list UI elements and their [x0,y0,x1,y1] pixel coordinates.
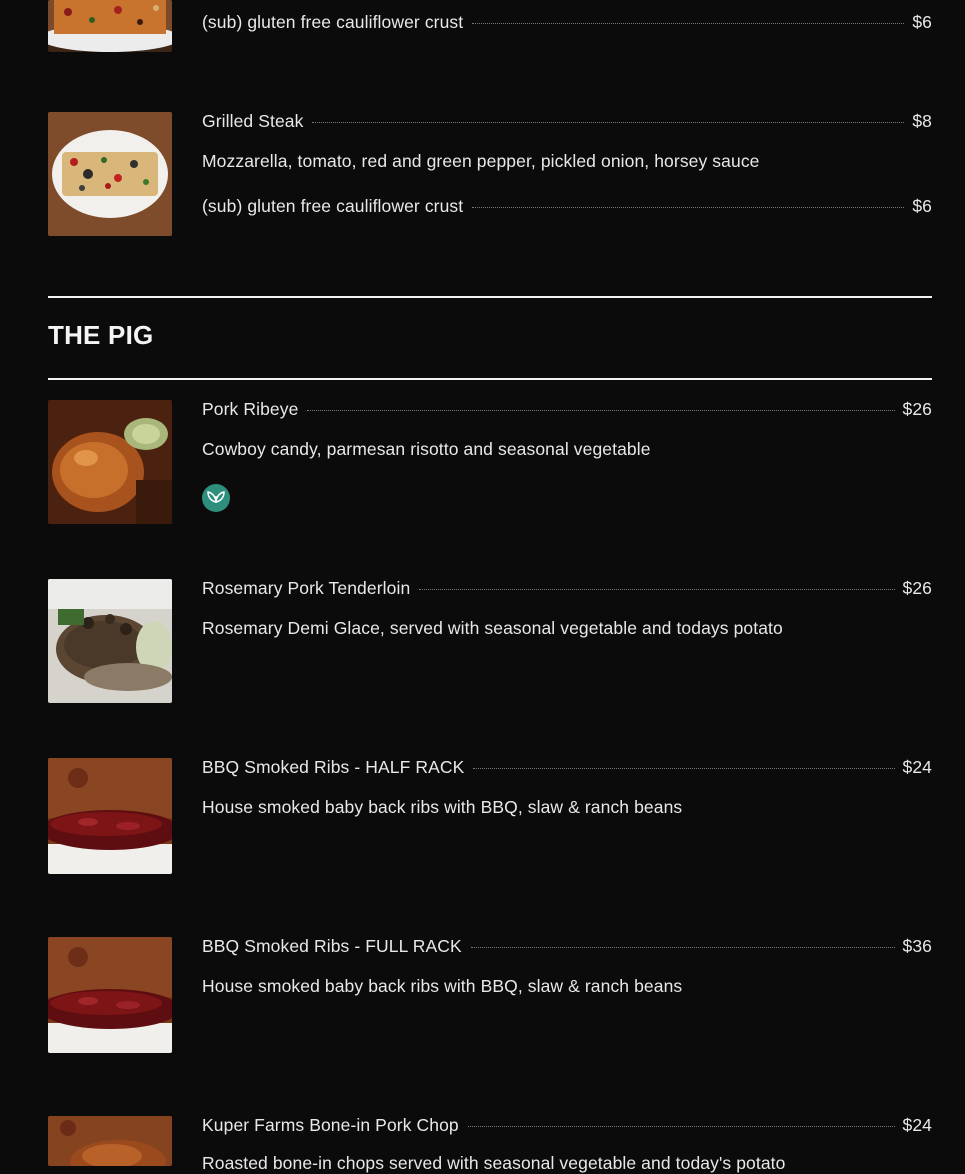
dotted-leader [312,122,905,123]
dotted-leader [470,947,895,948]
section-divider-bottom [48,378,932,380]
section-title: THE PIG [48,320,154,350]
bbq-ribs-full-image [48,937,172,1053]
item-description: House smoked baby back ribs with BBQ, sl… [202,976,683,996]
bbq-ribs-half-image [48,758,172,874]
dotted-leader [419,589,895,590]
dotted-leader [472,23,905,24]
item-name: Pork Ribeye [202,399,299,419]
item-title-row: BBQ Smoked Ribs - FULL RACK $36 [202,936,932,962]
item-description: Roasted bone-in chops served with season… [202,1153,786,1173]
item-title-row: Rosemary Pork Tenderloin $26 [202,578,932,604]
item-title-row: Pork Ribeye $26 [202,399,932,425]
leaf-icon [206,488,226,509]
substitution-row: (sub) gluten free cauliflower crust $6 [202,196,932,222]
dotted-leader [472,207,905,208]
substitution-name: (sub) gluten free cauliflower crust [202,196,464,216]
substitution-price: $6 [912,196,932,216]
dotted-leader [467,1126,895,1127]
grilled-steak-image [48,112,172,236]
pizza-image [48,0,172,52]
substitution-price: $6 [912,12,932,32]
vegetarian-badge [202,484,230,512]
item-title-row: BBQ Smoked Ribs - HALF RACK $24 [202,757,932,783]
item-description: House smoked baby back ribs with BBQ, sl… [202,797,683,817]
item-price: $8 [912,111,932,131]
dotted-leader [473,768,895,769]
item-description: Mozzarella, tomato, red and green pepper… [202,151,760,171]
item-description: Cowboy candy, parmesan risotto and seaso… [202,439,651,459]
item-price: $26 [902,399,932,419]
item-title-row: Kuper Farms Bone-in Pork Chop $24 [202,1115,932,1141]
pork-ribeye-image [48,400,172,524]
item-price: $36 [902,936,932,956]
item-name: Grilled Steak [202,111,304,131]
dotted-leader [307,410,895,411]
pork-chop-image [48,1116,172,1166]
item-price: $24 [902,1115,932,1135]
item-description: Rosemary Demi Glace, served with seasona… [202,618,783,638]
substitution-row: (sub) gluten free cauliflower crust $6 [202,12,932,38]
section-divider-top [48,296,932,298]
item-price: $26 [902,578,932,598]
item-name: Rosemary Pork Tenderloin [202,578,411,598]
rosemary-pork-tenderloin-image [48,579,172,703]
item-name: BBQ Smoked Ribs - HALF RACK [202,757,465,777]
item-price: $24 [902,757,932,777]
item-name: BBQ Smoked Ribs - FULL RACK [202,936,462,956]
item-title-row: Grilled Steak $8 [202,111,932,137]
substitution-name: (sub) gluten free cauliflower crust [202,12,464,32]
item-name: Kuper Farms Bone-in Pork Chop [202,1115,459,1135]
